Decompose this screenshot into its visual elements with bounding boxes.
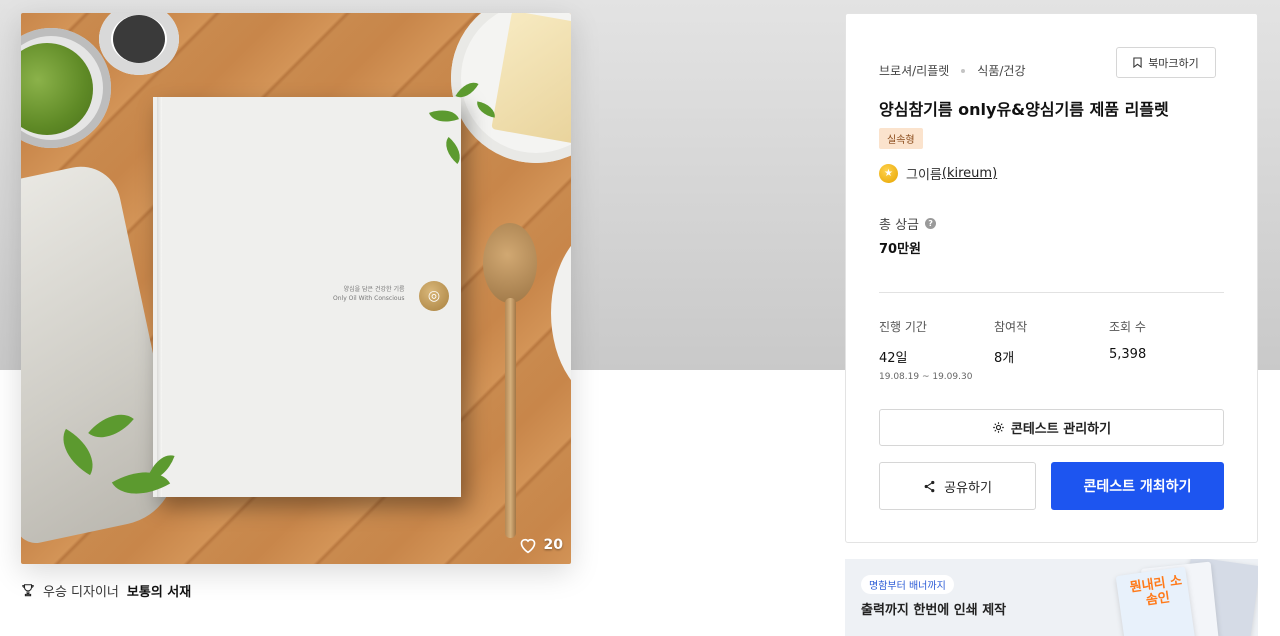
stat-label: 조회 수 — [1109, 320, 1146, 334]
stat-duration: 진행 기간 42일 19.08.19 ~ 19.09.30 — [879, 318, 972, 382]
contest-info-card: 브로셔/리플렛 식품/건강 북마크하기 양심참기름 only유&양심기름 제품 … — [845, 13, 1258, 543]
stat-value: 42일 — [879, 351, 908, 366]
heart-icon — [520, 538, 535, 554]
manage-contest-button[interactable]: 콘테스트 관리하기 — [879, 409, 1224, 446]
stat-label: 진행 기간 — [879, 320, 927, 334]
prize-label: 총 상금 ? — [879, 214, 937, 233]
category-label[interactable]: 브로셔/리플렛 — [879, 62, 949, 79]
bookmark-label: 북마크하기 — [1148, 56, 1199, 70]
like-count: 20 — [543, 537, 563, 553]
host-name: 그이름 — [906, 168, 942, 183]
designer-name[interactable]: 보통의 서재 — [127, 581, 191, 600]
host-handle-link[interactable]: (kireum) — [942, 166, 997, 181]
contest-main-image[interactable]: 양심을 담은 건강한 기름 Only Oil With Conscious ◎ … — [21, 13, 571, 564]
stat-value: 5,398 — [1109, 347, 1147, 362]
leaflet-text-line-2: Only Oil With Conscious — [333, 295, 405, 302]
banner-headline: 출력까지 한번에 인쇄 제작 — [861, 603, 1007, 618]
stat-date-range: 19.08.19 ~ 19.09.30 — [879, 372, 973, 382]
status-badge: 실속형 — [879, 128, 923, 149]
gear-icon — [993, 422, 1004, 433]
prize-value: 70만원 — [879, 242, 922, 257]
breadcrumb: 브로셔/리플렛 식품/건강 — [879, 62, 1026, 79]
manage-contest-label: 콘테스트 관리하기 — [1010, 422, 1112, 437]
stat-label: 참여작 — [994, 320, 1028, 334]
bookmark-button[interactable]: 북마크하기 — [1116, 47, 1216, 78]
leaflet-text: 양심을 담은 건강한 기름 Only Oil With Conscious — [333, 285, 405, 303]
avatar: ★ — [879, 164, 898, 183]
share-label: 공유하기 — [944, 480, 992, 496]
stat-value: 8개 — [994, 351, 1015, 366]
prize-label-text: 총 상금 — [879, 218, 920, 233]
jar-cap-decoration — [113, 15, 165, 63]
subcategory-label[interactable]: 식품/건강 — [977, 62, 1025, 79]
plate-decoration-2 — [551, 223, 571, 403]
share-icon — [924, 480, 935, 492]
designer-prefix: 우승 디자이너 — [43, 584, 119, 600]
host-contest-button[interactable]: 콘테스트 개최하기 — [1051, 462, 1224, 510]
winning-designer: 우승 디자이너 보통의 서재 — [21, 580, 191, 600]
stat-entries: 참여작 8개 — [994, 318, 1027, 366]
share-button[interactable]: 공유하기 — [879, 462, 1036, 510]
spoon-decoration — [483, 223, 537, 303]
spoon-handle-decoration — [505, 298, 516, 538]
host-info: ★ 그이름 (kireum) — [879, 164, 997, 183]
stat-views: 조회 수 5,398 — [1109, 318, 1146, 362]
breadcrumb-separator — [961, 68, 966, 73]
leaflet-mockup: 양심을 담은 건강한 기름 Only Oil With Conscious ◎ — [153, 97, 461, 497]
help-icon[interactable]: ? — [925, 218, 937, 229]
trophy-icon — [22, 584, 34, 597]
print-promo-banner[interactable]: 명함부터 배너까지 출력까지 한번에 인쇄 제작 뭔내리 소솜인 — [845, 559, 1258, 636]
banner-tag: 명함부터 배너까지 — [861, 575, 954, 594]
contest-title: 양심참기름 only유&양심기름 제품 리플렛 — [879, 100, 1169, 119]
leaflet-text-line-1: 양심을 담은 건강한 기름 — [343, 286, 405, 293]
bookmark-icon — [1133, 57, 1142, 68]
divider — [879, 292, 1224, 293]
leaflet-logo-icon: ◎ — [419, 281, 449, 311]
like-button[interactable]: 20 — [518, 536, 563, 554]
